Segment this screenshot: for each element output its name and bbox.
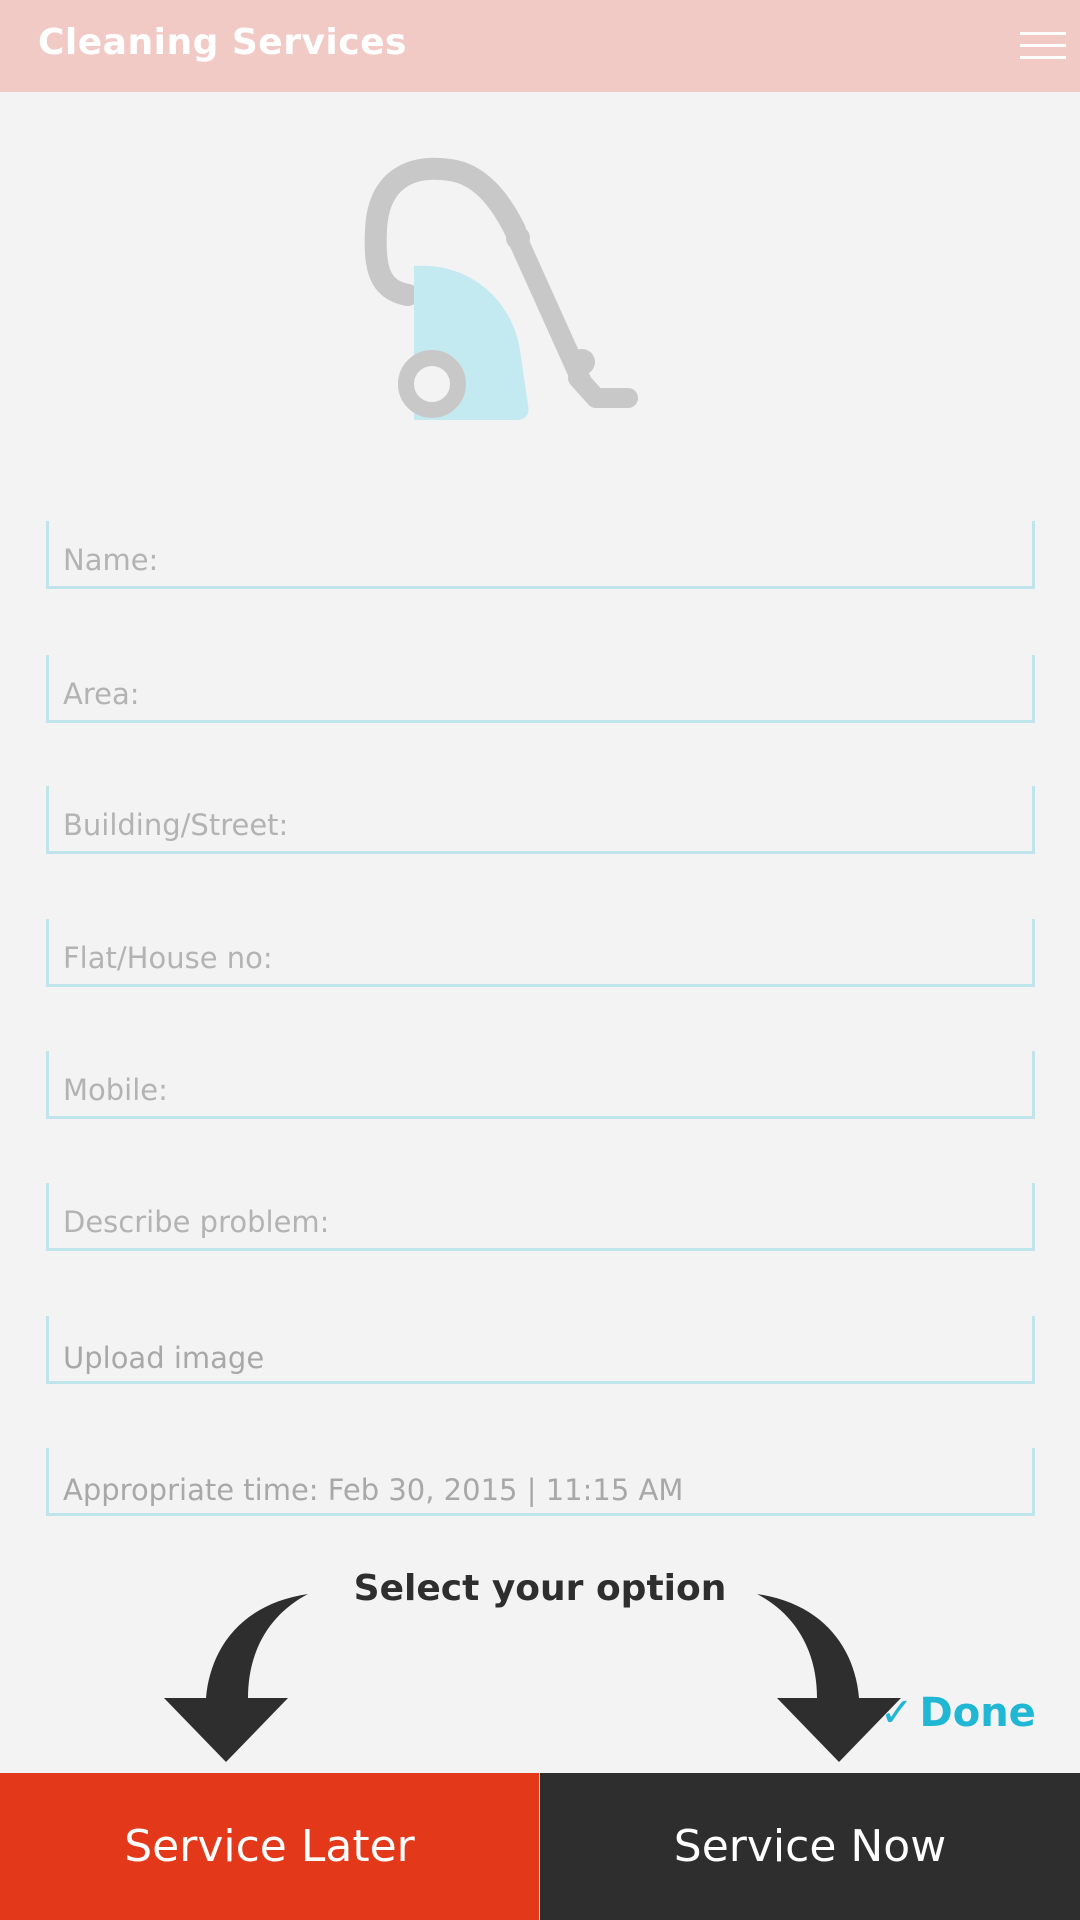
mobile-input[interactable] [63, 1066, 1013, 1114]
upload-image-field[interactable]: Upload image [46, 1316, 1035, 1384]
done-button[interactable]: ✓ Done [880, 1690, 1036, 1736]
describe-problem-input[interactable] [63, 1198, 1013, 1246]
appropriate-time-text: Appropriate time: Feb 30, 2015 | 11:15 A… [63, 1473, 683, 1507]
service-later-button[interactable]: Service Later [0, 1773, 540, 1920]
checkmark-icon: ✓ [880, 1690, 914, 1736]
flat-house-input[interactable] [63, 934, 1013, 982]
appropriate-time-field[interactable]: Appropriate time: Feb 30, 2015 | 11:15 A… [46, 1448, 1035, 1516]
flat-house-field[interactable] [46, 919, 1035, 987]
area-input[interactable] [63, 670, 1013, 718]
appropriate-time-label: Appropriate time: [63, 1473, 319, 1507]
curved-arrow-left-icon [164, 1594, 308, 1762]
appropriate-time-value: Feb 30, 2015 | 11:15 AM [327, 1473, 684, 1507]
vacuum-cleaner-icon [364, 157, 638, 420]
bottom-action-bar: Service Later Service Now [0, 1773, 1080, 1920]
upload-image-label: Upload image [63, 1341, 265, 1375]
name-field[interactable] [46, 521, 1035, 589]
app-title: Cleaning Services [38, 22, 407, 63]
service-now-button[interactable]: Service Now [540, 1773, 1080, 1920]
curved-arrow-right-icon [757, 1594, 901, 1762]
done-label: Done [919, 1690, 1036, 1736]
app-header: Cleaning Services [0, 0, 1080, 92]
building-street-input[interactable] [63, 801, 1013, 849]
hamburger-menu-icon[interactable] [1016, 26, 1070, 66]
area-field[interactable] [46, 655, 1035, 723]
describe-problem-field[interactable] [46, 1183, 1035, 1251]
building-street-field[interactable] [46, 786, 1035, 854]
mobile-field[interactable] [46, 1051, 1035, 1119]
name-input[interactable] [63, 536, 1013, 584]
